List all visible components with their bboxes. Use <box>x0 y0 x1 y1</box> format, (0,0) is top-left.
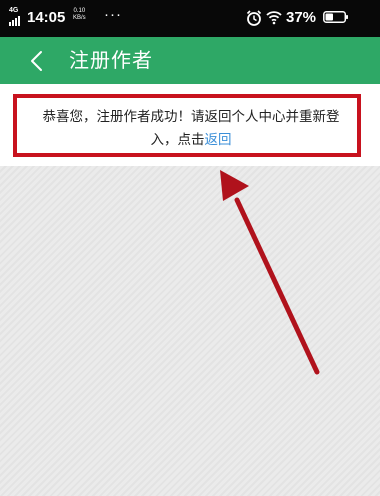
page-title: 注册作者 <box>69 48 153 72</box>
annotation-highlight-box <box>13 94 361 157</box>
back-button[interactable] <box>26 46 50 76</box>
battery-percentage: 37% <box>286 9 317 26</box>
app-bar: 注册作者 <box>0 37 380 84</box>
status-time: 14:05 <box>27 9 66 26</box>
success-message-panel: 恭喜您，注册作者成功！请返回个人中心并重新登 入，点击返回 <box>0 84 380 166</box>
wifi-icon <box>266 11 282 25</box>
cellular-signal-icon: 4G <box>9 7 25 26</box>
network-speed-value: 0.10 <box>73 8 86 14</box>
battery-icon <box>323 11 348 23</box>
alarm-icon <box>246 10 262 26</box>
status-bar: 4G 14:05 0.10 KB/s ··· 37% <box>0 0 380 37</box>
network-speed-unit: KB/s <box>73 15 86 21</box>
empty-content-area <box>0 166 380 496</box>
network-speed: 0.10 KB/s <box>73 8 86 22</box>
network-type: 4G <box>9 7 19 14</box>
more-notifications-icon: ··· <box>104 6 122 23</box>
